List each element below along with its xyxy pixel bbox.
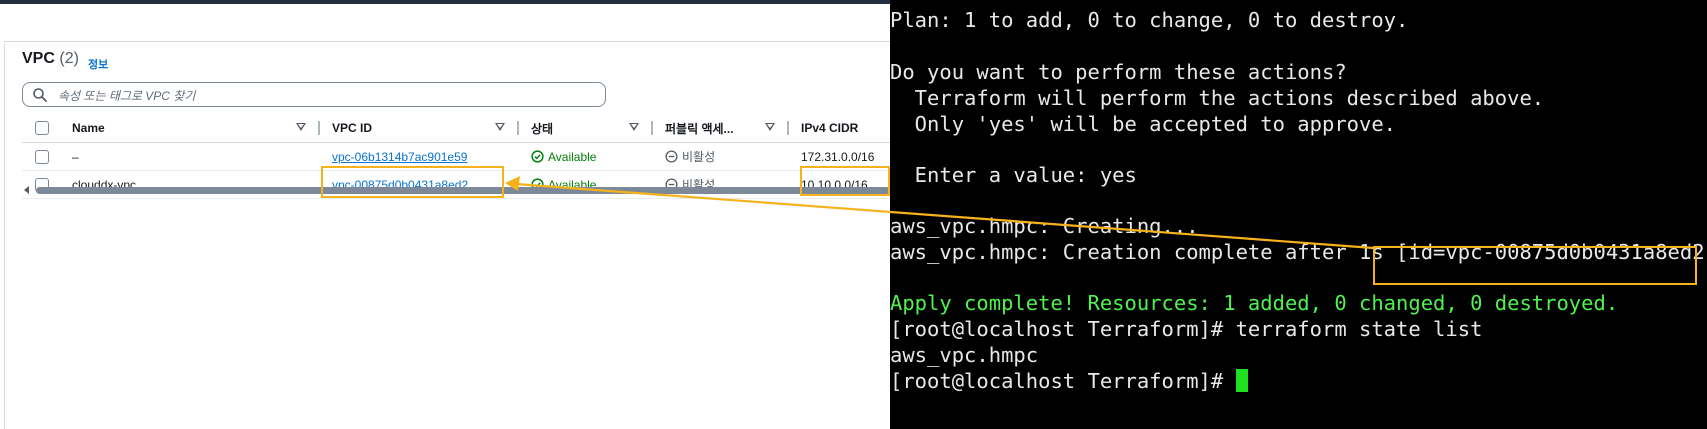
search-placeholder: 속성 또는 태그로 VPC 찾기 [58,89,196,103]
terminal-line: aws_vpc.hmpc [890,343,1039,367]
terminal-line: Enter a value: yes [890,163,1137,187]
highlight-box-cidr [800,166,890,196]
check-circle-icon [531,150,544,163]
terminal-line: Only 'yes' will be accepted to approve. [890,112,1397,136]
sort-icon[interactable] [629,123,639,131]
terminal-line: Terraform will perform the actions descr… [890,86,1545,110]
column-header-public-access[interactable]: 퍼블릭 액세... [665,120,734,137]
page-title-text: VPC [22,50,55,67]
terminal-prompt-line[interactable]: [root@localhost Terraform]# [890,368,1248,394]
page-title: VPC (2) [22,50,79,68]
row-checkbox[interactable] [35,149,49,164]
sort-icon[interactable] [495,123,505,131]
scroll-left-icon[interactable] [24,186,29,194]
ipv4-cidr: 172.31.0.0/16 [801,149,875,164]
highlight-box-vpc-id [321,166,504,198]
vpc-count: (2) [59,50,79,67]
terminal-cursor [1235,369,1248,392]
sort-icon[interactable] [765,123,775,131]
terminal-line: Apply complete! Resources: 1 added, 0 ch… [890,291,1619,315]
divider [4,41,890,42]
table-header-row: Name VPC ID 상태 퍼블릭 액세... IPv4 CIDR [22,114,890,143]
info-link[interactable]: 정보 [88,56,108,72]
terminal-line: Plan: 1 to add, 0 to change, 0 to destro… [890,8,1409,32]
select-all-checkbox[interactable] [35,121,49,135]
vpc-name: – [72,149,79,164]
terminal-line: Do you want to perform these actions? [890,60,1347,84]
column-header-vpc-id[interactable]: VPC ID [332,121,372,135]
terminal-panel[interactable]: Plan: 1 to add, 0 to change, 0 to destro… [890,0,1707,429]
terminal-prompt: [root@localhost Terraform]# [890,369,1236,393]
aws-console-panel [0,4,890,429]
search-input[interactable]: 속성 또는 태그로 VPC 찾기 [22,82,606,107]
vpc-state: Available [548,149,597,164]
column-header-ipv4-cidr[interactable]: IPv4 CIDR [801,121,858,135]
sort-icon[interactable] [296,123,306,131]
minus-circle-icon [665,150,678,163]
terminal-line: [root@localhost Terraform]# terraform st… [890,317,1483,341]
terminal-line: aws_vpc.hmpc: Creating... [890,214,1199,238]
column-header-state[interactable]: 상태 [531,120,553,137]
highlight-box-terminal-id [1373,246,1697,285]
divider [4,44,5,429]
column-header-name[interactable]: Name [72,121,105,135]
search-icon [33,88,47,102]
vpc-id-link[interactable]: vpc-06b1314b7ac901e59 [332,150,467,164]
public-access-status: 비활성 [682,150,716,164]
